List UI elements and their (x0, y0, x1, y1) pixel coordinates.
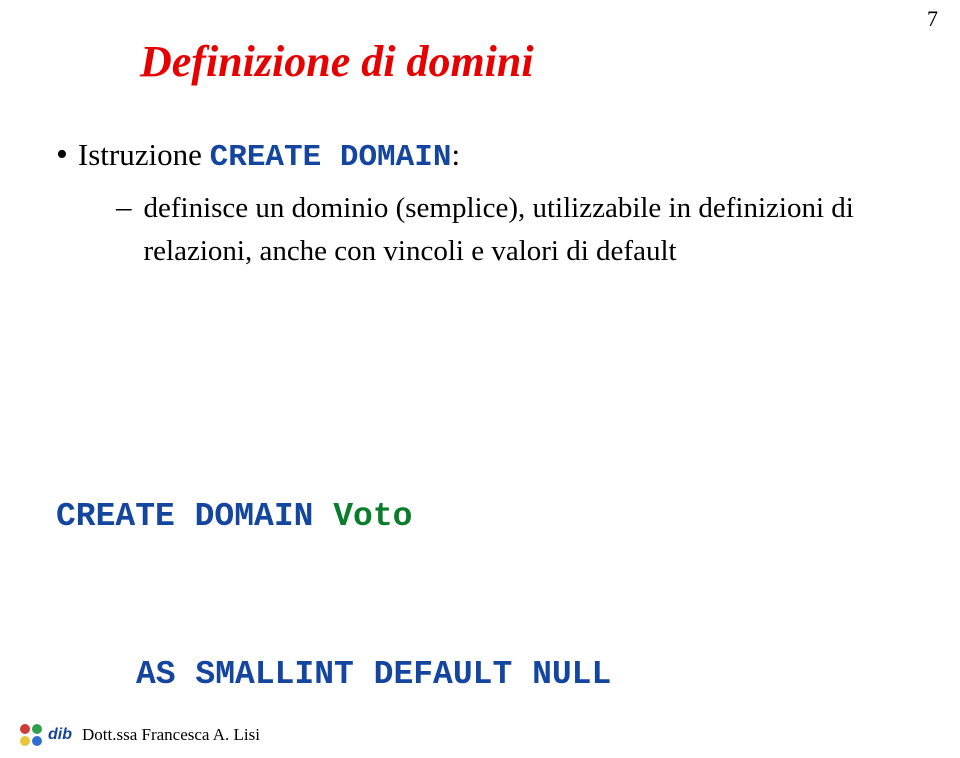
bullet-prefix: Istruzione (78, 137, 210, 172)
logo-dots-icon (20, 724, 42, 746)
code-line-2: AS SMALLINT DEFAULT NULL (56, 649, 790, 702)
page-number: 7 (927, 6, 938, 32)
dash-icon: – (116, 185, 132, 230)
bullet-item: • Istruzione CREATE DOMAIN: (56, 130, 900, 181)
bullet-keyword: CREATE DOMAIN (210, 140, 452, 175)
code-line-1: CREATE DOMAIN Voto (56, 491, 790, 544)
bullet-suffix: : (451, 137, 460, 172)
code-identifier-voto: Voto (313, 498, 412, 535)
sub-bullet-text: definisce un dominio (semplice), utilizz… (144, 187, 901, 274)
sub-bullet-item: – definisce un dominio (semplice), utili… (116, 185, 900, 274)
logo: dib (20, 724, 72, 746)
code-block: CREATE DOMAIN Voto AS SMALLINT DEFAULT N… (56, 385, 790, 758)
bullet-icon: • (56, 130, 68, 179)
body-content: • Istruzione CREATE DOMAIN: – definisce … (56, 130, 900, 274)
slide-title: Definizione di domini (140, 36, 534, 87)
code-kw-create-domain: CREATE DOMAIN (56, 498, 313, 535)
footer: dib Dott.ssa Francesca A. Lisi (0, 724, 960, 746)
footer-author: Dott.ssa Francesca A. Lisi (82, 725, 260, 745)
bullet-text: Istruzione CREATE DOMAIN: (78, 133, 460, 181)
code-kw-as-smallint: AS SMALLINT DEFAULT NULL (136, 656, 611, 693)
logo-text: dib (48, 726, 72, 744)
